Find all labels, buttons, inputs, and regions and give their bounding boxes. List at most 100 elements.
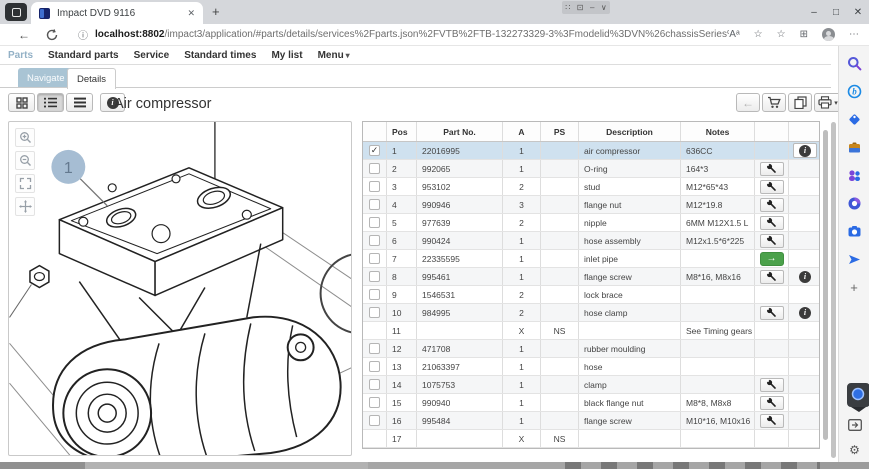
back-button[interactable]: ← [18,28,30,42]
vm-chevron-icon[interactable]: ∨ [601,3,607,12]
wrench-button[interactable] [760,180,784,194]
table-row[interactable]: 17 X NS [363,430,819,448]
wrench-button[interactable] [760,414,784,428]
row-checkbox[interactable] [369,235,380,246]
sidebar-open-panel-icon[interactable] [846,416,863,433]
tab-close-icon[interactable]: ✕ [185,8,197,19]
row-checkbox[interactable] [369,361,380,372]
table-row[interactable]: 3 953102 2 stud M12*65*43 [363,178,819,196]
menu-item-service[interactable]: Service [134,50,170,61]
table-row[interactable]: 4 990946 3 flange nut M12*19.8 [363,196,819,214]
favorite-star-icon[interactable]: ☆ [754,29,763,40]
table-row[interactable]: 14 1075753 1 clamp [363,376,819,394]
row-checkbox[interactable] [369,181,380,192]
header-action[interactable] [755,122,789,141]
sidebar-settings-icon[interactable]: ⚙ [846,441,863,458]
new-tab-button[interactable]: + [212,4,220,19]
wrench-button[interactable] [760,396,784,410]
sidebar-screenshot-icon[interactable] [846,223,863,240]
row-checkbox[interactable] [369,397,380,408]
row-info-button[interactable]: i [793,143,817,158]
wrench-button[interactable] [760,378,784,392]
sidebar-drop-icon[interactable] [846,251,863,268]
wrench-button[interactable] [760,198,784,212]
window-maximize-button[interactable]: □ [825,0,847,24]
vm-minimize-icon[interactable]: – [590,3,594,12]
browser-tab[interactable]: Impact DVD 9116 ✕ [31,2,203,24]
row-checkbox[interactable] [369,253,380,264]
row-checkbox[interactable] [369,289,380,300]
diagram-panel[interactable]: 1 [8,121,352,456]
vm-grid-icon[interactable]: ∷ [565,3,570,12]
row-checkbox[interactable] [369,379,380,390]
collections-icon[interactable]: ⊞ [800,29,808,40]
wrench-button[interactable] [760,234,784,248]
header-info[interactable] [789,122,821,141]
sidebar-people-icon[interactable] [846,167,863,184]
go-arrow-button[interactable]: → [760,252,784,266]
table-row[interactable]: 5 977639 2 nipple 6MM M12X1.5 L [363,214,819,232]
row-info-button[interactable]: i [799,271,811,283]
table-row[interactable]: 15 990940 1 black flange nut M8*8, M8x8 [363,394,819,412]
zoom-out-button[interactable] [15,151,35,170]
row-checkbox[interactable] [369,307,380,318]
more-menu-icon[interactable]: ⋯ [849,29,859,40]
zoom-fit-button[interactable] [15,174,35,193]
menu-item-menu[interactable]: Menu▾ [318,50,350,61]
window-close-button[interactable]: ✕ [847,0,869,24]
table-row[interactable]: 8 995461 1 flange screw M8*16, M8x16 i [363,268,819,286]
row-checkbox[interactable] [369,199,380,210]
sidebar-designer-icon[interactable] [846,195,863,212]
sidebar-add-icon[interactable]: + [846,279,863,296]
recorder-overlay[interactable] [847,383,869,418]
row-checkbox[interactable] [369,217,380,228]
tab-details[interactable]: Details [67,68,116,89]
url-field[interactable]: localhost:8802/impact3/application/#part… [95,29,729,40]
menu-item-standard-parts[interactable]: Standard parts [48,50,119,61]
table-row[interactable]: 16 995484 1 flange screw M10*16, M10x16 [363,412,819,430]
row-checkbox[interactable] [369,415,380,426]
menu-item-my-list[interactable]: My list [271,50,302,61]
wrench-button[interactable] [760,162,784,176]
back-nav-button[interactable]: ← [736,93,760,112]
pan-button[interactable] [15,197,35,216]
vm-toolbar[interactable]: ∷ ⊡ – ∨ [562,1,610,14]
window-minimize-button[interactable]: – [803,0,825,24]
row-checkbox[interactable] [369,163,380,174]
site-info-icon[interactable]: ⓘ [78,27,88,42]
row-checkbox[interactable]: ✓ [369,145,380,156]
table-row[interactable]: 11 X NS See Timing gears [363,322,819,340]
table-row[interactable]: 2 992065 1 O-ring 164*3 [363,160,819,178]
sidebar-search-icon[interactable] [846,55,863,72]
table-row[interactable]: 6 990424 1 hose assembly M12x1.5*6*225 [363,232,819,250]
sidebar-copilot-icon[interactable]: b [846,83,863,100]
menu-item-parts[interactable]: Parts [8,50,33,61]
read-aloud-icon[interactable]: Aᵃ [729,29,739,40]
workspaces-icon[interactable] [5,3,27,21]
table-row[interactable]: 10 984995 2 hose clamp i [363,304,819,322]
tab-navigate[interactable]: Navigate [18,68,74,88]
header-pos[interactable]: Pos [387,122,417,141]
header-notes[interactable]: Notes [681,122,755,141]
favorites-bar-icon[interactable]: ☆ [777,29,786,40]
copy-button[interactable] [788,93,812,112]
table-row[interactable]: 12 471708 1 rubber moulding [363,340,819,358]
grid-view-button[interactable] [8,93,35,112]
header-description[interactable]: Description [579,122,681,141]
table-scrollbar[interactable] [823,130,828,440]
rows-view-button[interactable] [66,93,93,112]
profile-avatar[interactable] [822,28,835,41]
cart-button[interactable] [762,93,786,112]
header-part-no[interactable]: Part No. [417,122,503,141]
row-checkbox[interactable] [369,343,380,354]
header-ps[interactable]: PS [541,122,579,141]
sidebar-tools-icon[interactable] [846,139,863,156]
table-row[interactable]: ✓ 1 22016995 1 air compressor 636CC i [363,142,819,160]
header-a[interactable]: A [503,122,541,141]
menu-item-standard-times[interactable]: Standard times [184,50,256,61]
table-row[interactable]: 9 1546531 2 lock brace [363,286,819,304]
wrench-button[interactable] [760,270,784,284]
wrench-button[interactable] [760,216,784,230]
page-scrollbar[interactable] [831,122,836,458]
header-checkbox[interactable] [363,122,387,141]
